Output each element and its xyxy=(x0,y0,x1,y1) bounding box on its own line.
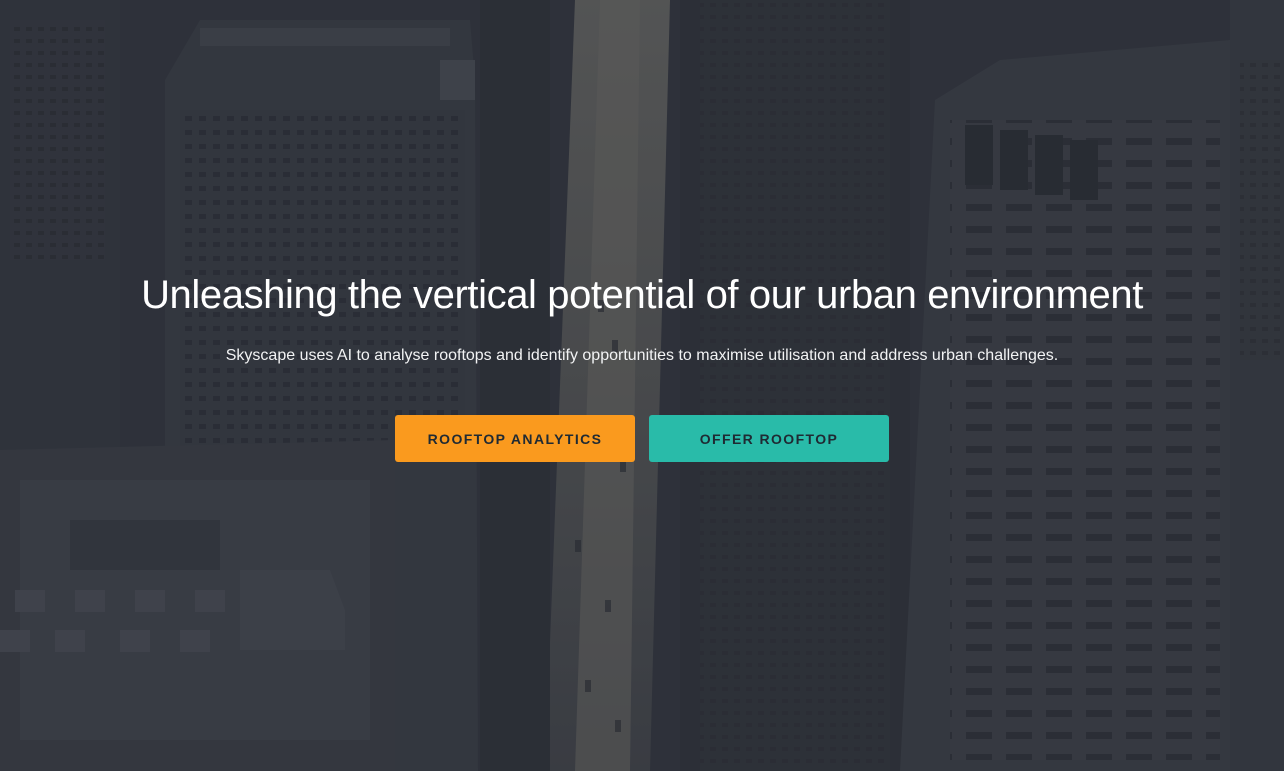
rooftop-analytics-button[interactable]: ROOFTOP ANALYTICS xyxy=(395,415,635,462)
hero-content: Unleashing the vertical potential of our… xyxy=(0,270,1284,462)
hero-title: Unleashing the vertical potential of our… xyxy=(141,273,1143,317)
hero-subtitle: Skyscape uses AI to analyse rooftops and… xyxy=(225,347,1059,364)
offer-rooftop-button[interactable]: OFFER ROOFTOP xyxy=(649,415,889,462)
hero-section: Unleashing the vertical potential of our… xyxy=(0,0,1284,771)
cta-button-group: ROOFTOP ANALYTICS OFFER ROOFTOP xyxy=(0,415,1284,462)
